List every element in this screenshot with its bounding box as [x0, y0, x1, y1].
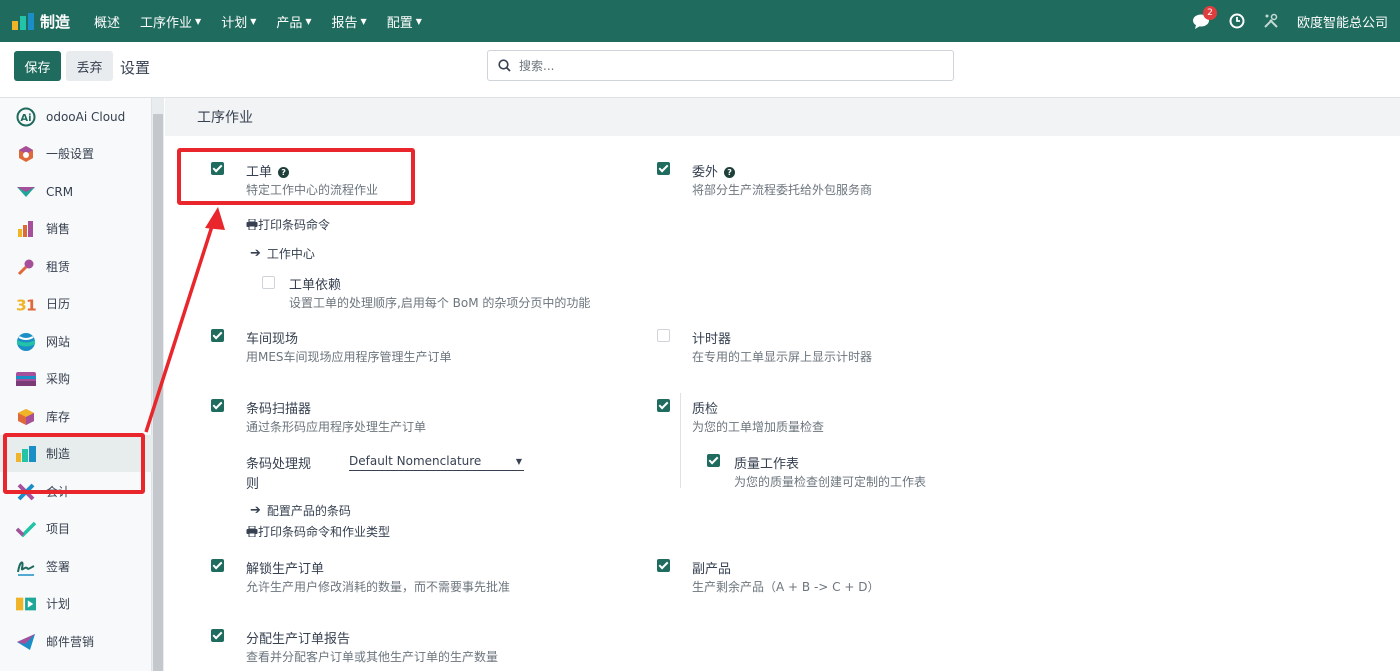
annotation-arrow [144, 207, 225, 433]
